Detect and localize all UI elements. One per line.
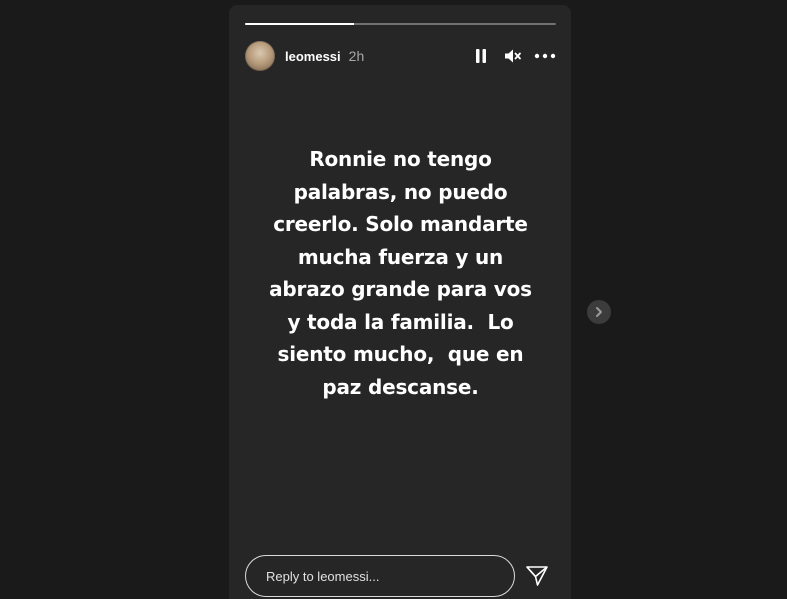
story-controls [470,45,556,67]
story-progress-fill [245,23,354,25]
story-text-line: Ronnie no tengo [309,147,492,171]
story-text-line: abrazo grande para vos [269,277,532,301]
story-text-line: y toda la familia. Lo [287,309,514,334]
story-text-line: paz descanse. [322,374,479,399]
more-options-icon[interactable] [534,45,556,67]
username[interactable]: leomessi [285,49,341,64]
pause-icon[interactable] [470,45,492,67]
story-text: Ronnie no tengo palabras, no puedo creer… [245,143,556,403]
story-viewer: leomessi 2h Ronnie no tengo palabras, no… [0,0,787,599]
story-text-line: palabras, no puedo [293,179,508,204]
post-time: 2h [348,48,365,64]
story-progress-bar [245,23,556,25]
story-header: leomessi 2h [245,39,556,73]
story-text-line: creerlo. Solo mandarte [273,212,528,236]
story-card[interactable]: leomessi 2h Ronnie no tengo palabras, no… [229,5,571,599]
story-text-line: siento mucho, que en [277,342,524,366]
chevron-right-icon [596,307,602,317]
reply-input[interactable] [245,555,515,597]
reply-bar [245,554,556,598]
avatar[interactable] [245,41,275,71]
next-story-button[interactable] [587,300,611,324]
muted-speaker-icon[interactable] [502,45,524,67]
story-text-line: mucha fuerza y un [297,244,504,269]
send-icon[interactable] [523,562,551,590]
